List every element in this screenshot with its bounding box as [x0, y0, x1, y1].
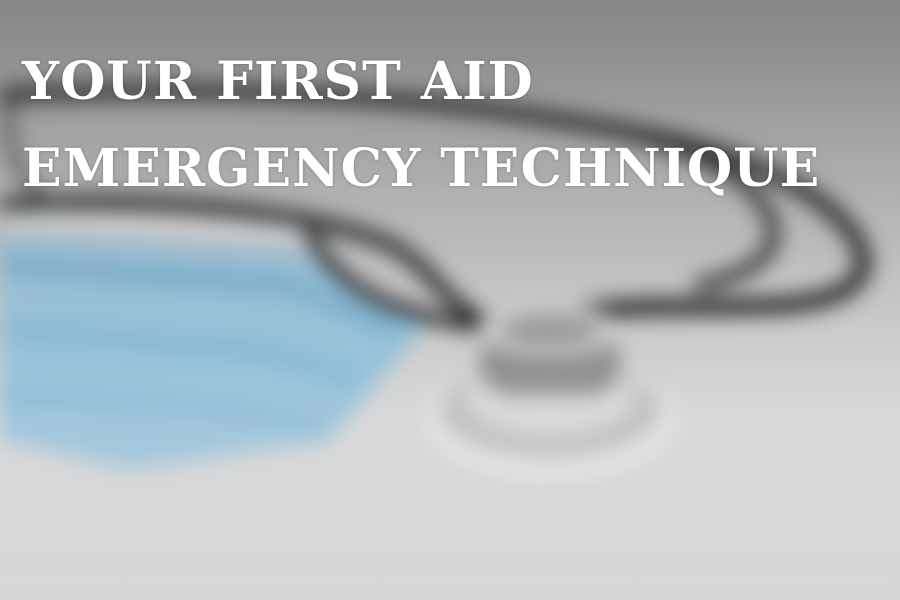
headline-line-1: YOUR FIRST AID: [22, 51, 534, 112]
headline-line-2: EMERGENCY TECHNIQUE: [22, 138, 821, 199]
banner-image: YOUR FIRST AID EMERGENCY TECHNIQUE: [0, 0, 900, 600]
headline: YOUR FIRST AID EMERGENCY TECHNIQUE: [22, 38, 820, 212]
